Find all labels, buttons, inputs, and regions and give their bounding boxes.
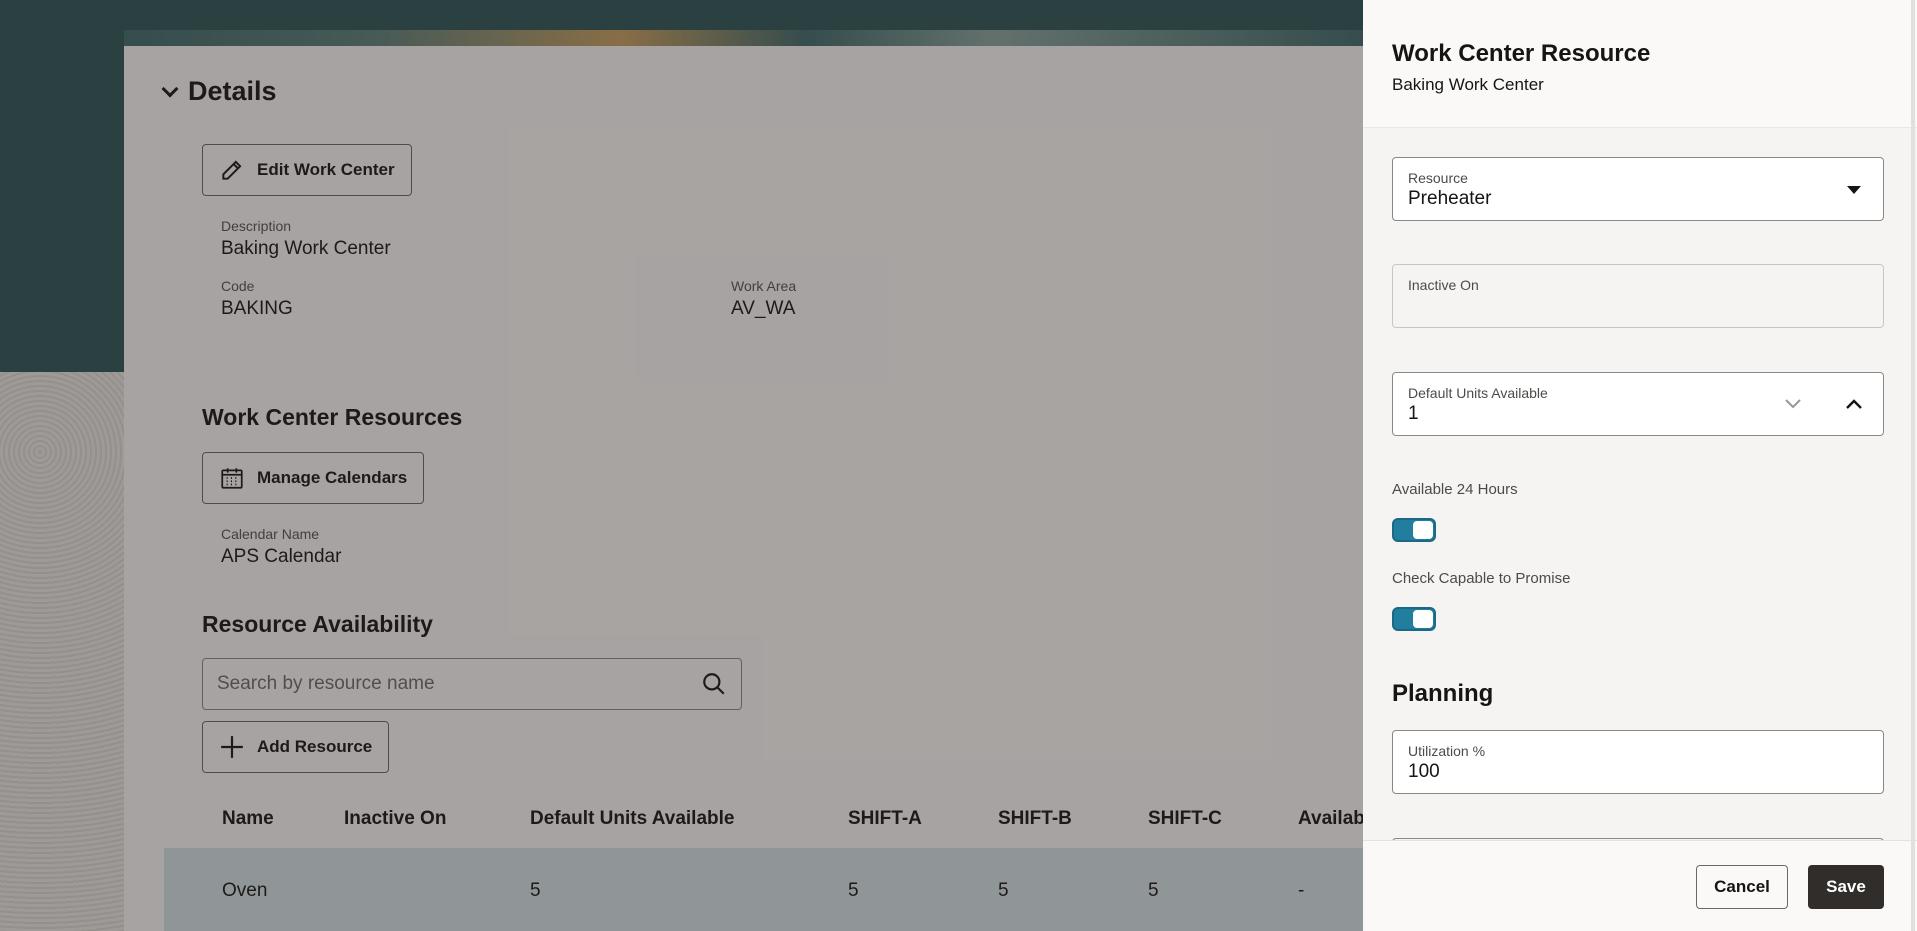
- inactive-on-field[interactable]: Inactive On: [1392, 264, 1884, 328]
- check-capable-to-promise-toggle[interactable]: [1392, 607, 1436, 631]
- utilization-label: Utilization %: [1408, 743, 1486, 759]
- modal-scrim[interactable]: [0, 0, 1363, 931]
- utilization-value: 100: [1408, 761, 1440, 782]
- resource-select[interactable]: Resource Preheater: [1392, 157, 1884, 221]
- available-24-hours-label: Available 24 Hours: [1392, 481, 1518, 498]
- stepper-down-icon[interactable]: [1783, 393, 1803, 413]
- inactive-on-label: Inactive On: [1408, 277, 1479, 293]
- drawer-header: Work Center Resource Baking Work Center: [1363, 0, 1917, 128]
- toggle-knob: [1413, 521, 1433, 539]
- resource-label: Resource: [1408, 170, 1468, 186]
- dropdown-caret-icon[interactable]: [1847, 186, 1861, 194]
- planning-title: Planning: [1392, 680, 1494, 707]
- resource-value: Preheater: [1408, 188, 1492, 209]
- stepper-up-icon[interactable]: [1843, 393, 1865, 415]
- drawer-scrollbar[interactable]: [1911, 0, 1915, 931]
- drawer-subtitle: Baking Work Center: [1392, 75, 1544, 94]
- drawer-footer: Cancel Save: [1363, 840, 1917, 931]
- cancel-button[interactable]: Cancel: [1696, 865, 1788, 909]
- save-button[interactable]: Save: [1808, 865, 1884, 909]
- drawer-title: Work Center Resource: [1392, 40, 1651, 67]
- work-center-resource-drawer: Work Center Resource Baking Work Center …: [1363, 0, 1917, 931]
- default-units-value: 1: [1408, 403, 1419, 424]
- available-24-hours-toggle[interactable]: [1392, 518, 1436, 542]
- check-capable-to-promise-label: Check Capable to Promise: [1392, 570, 1571, 587]
- default-units-stepper[interactable]: Default Units Available 1: [1392, 372, 1884, 436]
- default-units-label: Default Units Available: [1408, 385, 1548, 401]
- toggle-knob: [1413, 610, 1433, 628]
- utilization-field[interactable]: Utilization % 100: [1392, 730, 1884, 794]
